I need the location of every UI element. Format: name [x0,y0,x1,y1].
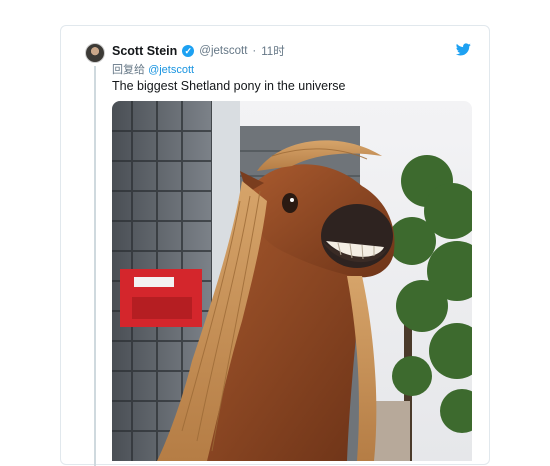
separator-dot: · [252,45,257,57]
pony-photo [112,101,472,461]
reply-prefix: 回复给 [112,64,145,76]
verified-badge-icon: ✓ [182,45,195,57]
tweet-text: The biggest Shetland pony in the univers… [112,79,346,93]
author-name[interactable]: Scott Stein [112,44,177,58]
tweet-header: Scott Stein ✓ @jetscott · 11时 [112,43,285,59]
author-handle[interactable]: @jetscott [199,45,247,57]
reply-to-line: 回复给 @jetscott [112,61,194,77]
timestamp[interactable]: 11时 [261,43,284,59]
twitter-bird-icon[interactable] [456,43,471,56]
reply-handle-link[interactable]: @jetscott [148,64,194,76]
thread-line [94,66,96,466]
tweet-image[interactable] [112,101,472,461]
tweet-card[interactable]: Scott Stein ✓ @jetscott · 11时 回复给 @jetsc… [60,25,490,466]
avatar[interactable] [85,43,105,63]
